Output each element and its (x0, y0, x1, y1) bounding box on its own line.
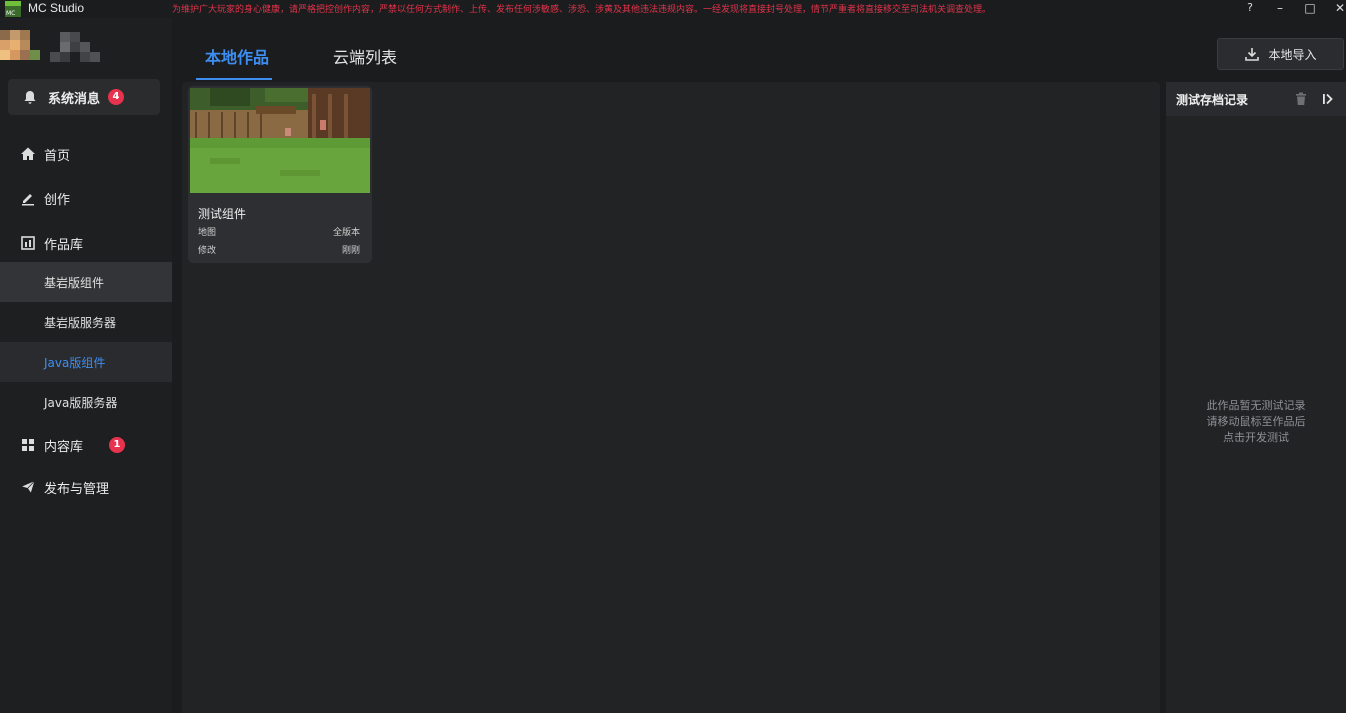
library-item-java-server[interactable]: Java版服务器 (0, 382, 172, 422)
work-type: 地图 (198, 228, 217, 238)
sidebar: 系统消息 4 首页 创作 作品库 基岩版组件 基岩版服务器 Java版组件 Ja… (0, 18, 172, 713)
content-library-badge: 1 (109, 437, 126, 453)
work-version: 全版本 (332, 228, 360, 238)
work-modified-label: 修改 (198, 246, 217, 256)
active-tab-indicator (196, 78, 272, 80)
system-messages-label: 系统消息 (48, 91, 101, 107)
nav-home-label: 首页 (44, 148, 71, 164)
library-item-label: Java版组件 (44, 355, 106, 370)
test-records-title: 测试存档记录 (1176, 92, 1249, 107)
nav-library-label: 作品库 (44, 237, 84, 253)
library-item-label: 基岩版服务器 (44, 315, 117, 330)
nav-content-library-label: 内容库 (44, 439, 84, 455)
library-item-bedrock-server[interactable]: 基岩版服务器 (0, 302, 172, 342)
empty-line: 请移动鼠标至作品后 (1206, 415, 1306, 428)
nav-publish[interactable]: 发布与管理 (0, 467, 172, 507)
home-icon (21, 147, 35, 160)
trash-icon[interactable] (1294, 92, 1308, 106)
work-thumbnail (190, 88, 370, 193)
grid-icon (22, 439, 34, 451)
local-import-label: 本地导入 (1268, 47, 1317, 62)
avatar[interactable] (0, 30, 40, 64)
paper-plane-icon (20, 479, 36, 495)
library-item-label: 基岩版组件 (44, 275, 105, 290)
nav-library[interactable]: 作品库 (0, 223, 172, 263)
work-card[interactable]: 测试组件 地图 全版本 修改 刚刚 (188, 86, 372, 263)
collapse-panel-icon[interactable] (1321, 92, 1335, 106)
nav-publish-label: 发布与管理 (44, 481, 110, 497)
app-title: MC Studio (28, 1, 85, 15)
app-window: MC MC Studio 为维护广大玩家的身心健康，请严格把控创作内容，严禁以任… (0, 0, 1346, 713)
help-icon: ? (1247, 1, 1253, 14)
close-button[interactable]: ✕ (1330, 0, 1346, 16)
test-records-header: 测试存档记录 (1166, 82, 1346, 116)
minimize-button[interactable]: – (1270, 0, 1290, 16)
system-messages-button[interactable]: 系统消息 4 (8, 79, 160, 115)
app-logo-text: MC (6, 10, 16, 17)
work-title: 测试组件 (198, 207, 247, 221)
username-pixelated (44, 32, 104, 62)
library-item-bedrock-addon[interactable]: 基岩版组件 (0, 262, 172, 302)
help-button[interactable]: ? (1240, 0, 1260, 16)
download-icon (1245, 48, 1260, 61)
close-icon: ✕ (1334, 1, 1346, 15)
library-icon (21, 236, 35, 250)
bell-icon (24, 91, 36, 104)
nav-content-library[interactable]: 内容库 1 (0, 425, 172, 465)
empty-line: 点击开发测试 (1223, 431, 1289, 444)
local-import-button[interactable]: 本地导入 (1217, 38, 1344, 70)
tab-cloud-list[interactable]: 云端列表 (333, 44, 397, 68)
nav-create-label: 创作 (44, 192, 71, 208)
content-policy-notice: 为维护广大玩家的身心健康，请严格把控创作内容，严禁以任何方式制作、上传、发布任何… (172, 5, 992, 15)
app-logo-icon: MC (5, 1, 21, 17)
library-item-java-addon[interactable]: Java版组件 (0, 342, 172, 382)
system-messages-badge: 4 (108, 89, 125, 105)
title-bar: MC MC Studio 为维护广大玩家的身心健康，请严格把控创作内容，严禁以任… (0, 0, 1346, 18)
tab-local-works[interactable]: 本地作品 (205, 44, 269, 68)
maximize-icon: □ (1304, 1, 1316, 15)
nav-home[interactable]: 首页 (0, 134, 172, 174)
test-records-panel: 测试存档记录 此作品暂无测试记录 请移动鼠标至作品后 点击开发测试 (1166, 82, 1346, 713)
work-modified-time: 刚刚 (341, 246, 360, 256)
main-header: 本地作品 云端列表 (172, 18, 1346, 80)
library-item-label: Java版服务器 (44, 395, 118, 410)
nav-create[interactable]: 创作 (0, 178, 172, 218)
minimize-icon: – (1277, 1, 1283, 15)
pen-icon (22, 194, 34, 206)
empty-line: 此作品暂无测试记录 (1206, 399, 1306, 412)
test-records-empty-message: 此作品暂无测试记录 请移动鼠标至作品后 点击开发测试 (1166, 398, 1346, 446)
maximize-button[interactable]: □ (1300, 0, 1320, 16)
